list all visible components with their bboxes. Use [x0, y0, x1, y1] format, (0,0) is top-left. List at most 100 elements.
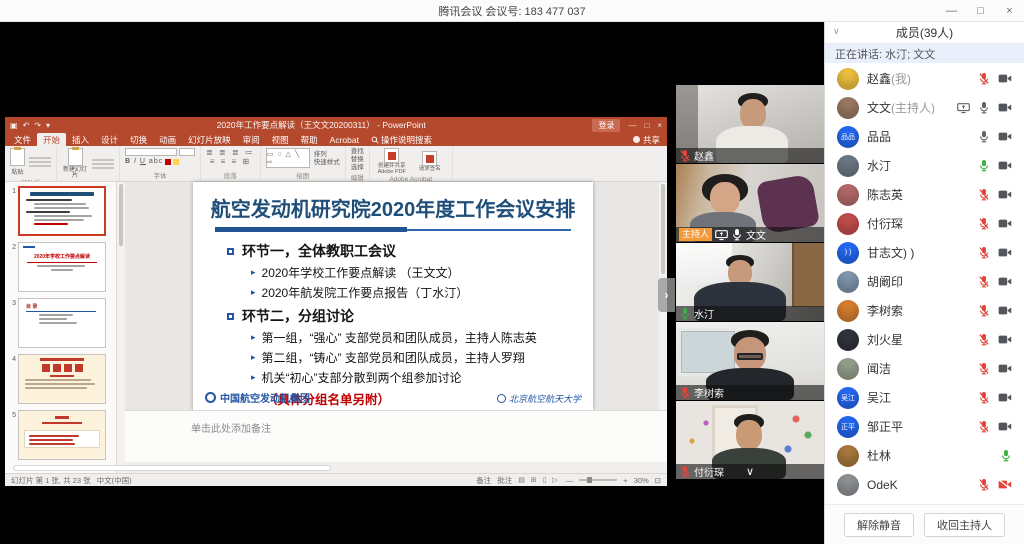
close-button[interactable]: ×: [995, 0, 1024, 22]
language-indicator: 中文(中国): [97, 475, 132, 486]
maximize-button[interactable]: □: [966, 0, 995, 22]
ppt-share-button: 共享: [633, 133, 664, 146]
avatar: 品品: [837, 126, 859, 148]
minimize-button[interactable]: —: [937, 0, 966, 22]
member-name: 文文(主持人): [867, 99, 949, 116]
avatar: 正平: [837, 416, 859, 438]
powerpoint-window: ▣↶↷▾ 2020年工作要点解读（王文文20200311） - PowerPoi…: [5, 117, 667, 486]
member-row-杜林[interactable]: 杜林: [825, 441, 1024, 470]
shared-screen-stage[interactable]: ▣↶↷▾ 2020年工作要点解读（王文文20200311） - PowerPoi…: [0, 22, 676, 544]
zoom-out-icon: —: [566, 476, 574, 485]
member-row-品品[interactable]: 品品 品品: [825, 122, 1024, 151]
ribbon-group-3: ≣ ≣ ≣ ≔≡ ≡ ≡ ⊞ 段落: [201, 146, 261, 181]
video-tile-水汀[interactable]: 水汀: [676, 243, 824, 321]
camera-icon: [998, 102, 1012, 113]
video-name-label: 主持人 文文: [676, 227, 824, 242]
member-row-文文(主持人)[interactable]: 文文(主持人): [825, 93, 1024, 122]
video-strip: 赵鑫 主持人 文文 水汀: [676, 22, 824, 544]
members-panel-header: ∨ 成员(39人): [825, 22, 1024, 44]
video-name-label: 赵鑫: [676, 148, 824, 163]
member-row-李树索[interactable]: 李树索: [825, 296, 1024, 325]
camera-icon: [998, 392, 1012, 403]
ppt-tab-2: 插入: [66, 133, 95, 146]
comments-toggle: 批注: [497, 475, 512, 486]
aecc-logo: 中国航空发动机集团: [205, 390, 310, 405]
ppt-current-slide: 航空发动机研究院2020年度工作会议安排 环节一，全体教职工会议▸2020年学校…: [193, 182, 593, 410]
ppt-tab-10: Acrobat: [324, 133, 365, 146]
thumbnails-scrollbar: [117, 182, 125, 473]
ppt-titlebar: ▣↶↷▾ 2020年工作要点解读（王文文20200311） - PowerPoi…: [5, 117, 667, 133]
member-row-赵鑫(我)[interactable]: 赵鑫(我): [825, 64, 1024, 93]
mic-icon: [679, 307, 691, 320]
ppt-quick-access-toolbar: ▣↶↷▾: [10, 121, 50, 130]
member-list: 赵鑫(我) 文文(主持人) 品品 品品: [825, 63, 1024, 504]
slide-footer: 中国航空发动机集团 北京航空航天大学: [205, 390, 581, 405]
member-row-邹正平[interactable]: 正平 邹正平: [825, 412, 1024, 441]
ribbon-group-0: 粘贴 剪贴板: [5, 146, 57, 181]
ppt-tab-9: 帮助: [295, 133, 324, 146]
camera-icon: [998, 247, 1012, 258]
camera-icon: [998, 276, 1012, 287]
avatar: [837, 68, 859, 90]
video-tile-文文[interactable]: 主持人 文文: [676, 164, 824, 242]
member-name: 闻洁: [867, 360, 970, 377]
slide-number: 2: [7, 242, 18, 292]
slide-bullet-l1: 环节一，全体教职工会议: [227, 241, 593, 261]
member-row-闻洁[interactable]: 闻洁: [825, 354, 1024, 383]
reclaim-host-button[interactable]: 收回主持人: [924, 513, 1005, 537]
ppt-tab-11: 操作说明搜索: [365, 133, 438, 146]
now-speaking-bar: 正在讲话: 水汀; 文文: [825, 44, 1024, 63]
camera-icon: [998, 189, 1012, 200]
member-name: 吴江: [867, 389, 970, 406]
slide-bullet-l2: ▸第一组，“强心” 支部党员和团队成员，主持人陈志英: [251, 329, 593, 346]
host-badge: 主持人: [679, 228, 712, 241]
member-name: 水汀: [867, 157, 970, 174]
video-tile-赵鑫[interactable]: 赵鑫: [676, 85, 824, 163]
zoom-level: 30%: [634, 476, 649, 485]
collapse-videos-icon[interactable]: ∨: [746, 465, 754, 479]
slide-number: 5: [7, 410, 18, 460]
members-panel-title: 成员(39人): [896, 24, 953, 41]
video-tile-付衍琛[interactable]: 付衍琛∨: [676, 401, 824, 479]
member-row-刘火星[interactable]: 刘火星: [825, 325, 1024, 354]
quick-access-icon-2: ↷: [34, 121, 41, 130]
meeting-titlebar: 腾讯会议 会议号: 183 477 037 — □ ×: [0, 0, 1024, 22]
avatar: [837, 358, 859, 380]
unmute-button[interactable]: 解除静音: [844, 513, 914, 537]
slide-bullet-l1: 环节二，分组讨论: [227, 306, 593, 326]
video-strip-expand-handle[interactable]: ›: [658, 278, 675, 312]
member-row-胡阚印[interactable]: 胡阚印: [825, 267, 1024, 296]
camera-icon: [998, 334, 1012, 345]
chevron-down-icon[interactable]: ∨: [833, 26, 840, 37]
mic-icon: [978, 420, 990, 433]
slide-body: 环节一，全体教职工会议 ▸2020年学校工作要点解读 （王文文） ▸2020年航发院…: [227, 241, 593, 408]
ppt-maximize-icon: □: [644, 121, 649, 130]
view-buttons: ▤ ⊞ ▯ ▷: [518, 476, 560, 484]
member-row-水汀[interactable]: 水汀: [825, 151, 1024, 180]
slide-bullet-l2: ▸2020年航发院工作要点报告（丁水汀）: [251, 284, 593, 301]
member-name: 胡阚印: [867, 273, 970, 290]
member-row-付衍琛[interactable]: 付衍琛: [825, 209, 1024, 238]
slide-title-rule: [215, 227, 571, 232]
member-row-OdeK[interactable]: OdeK: [825, 470, 1024, 499]
mic-icon: [679, 465, 691, 478]
ppt-tab-0: 文件: [8, 133, 37, 146]
mic-icon: [978, 391, 990, 404]
member-row-吴江[interactable]: 吴江 吴江: [825, 383, 1024, 412]
mic-icon: [978, 362, 990, 375]
camera-icon: [998, 73, 1012, 84]
zoom-in-icon: +: [623, 476, 627, 485]
fit-slide-icon: ⊡: [655, 476, 661, 485]
member-row-甘志文) )[interactable]: ) ) 甘志文) ): [825, 238, 1024, 267]
member-name: 李树索: [867, 302, 970, 319]
camera-icon: [998, 421, 1012, 432]
slide-bullet-l2: ▸2020年学校工作要点解读 （王文文）: [251, 264, 593, 281]
ppt-horizontal-scrollbar: [13, 465, 331, 471]
slide-number: 4: [7, 354, 18, 404]
slide-thumbnail-2: 2 2020年学校工作要点解读: [7, 242, 112, 292]
member-row-陈志英[interactable]: 陈志英: [825, 180, 1024, 209]
member-name: 甘志文) ): [867, 244, 970, 261]
ribbon-group-1: 新建幻灯片 幻灯片: [57, 146, 120, 181]
video-tile-李树索[interactable]: 李树索: [676, 322, 824, 400]
member-name: 邹正平: [867, 418, 970, 435]
